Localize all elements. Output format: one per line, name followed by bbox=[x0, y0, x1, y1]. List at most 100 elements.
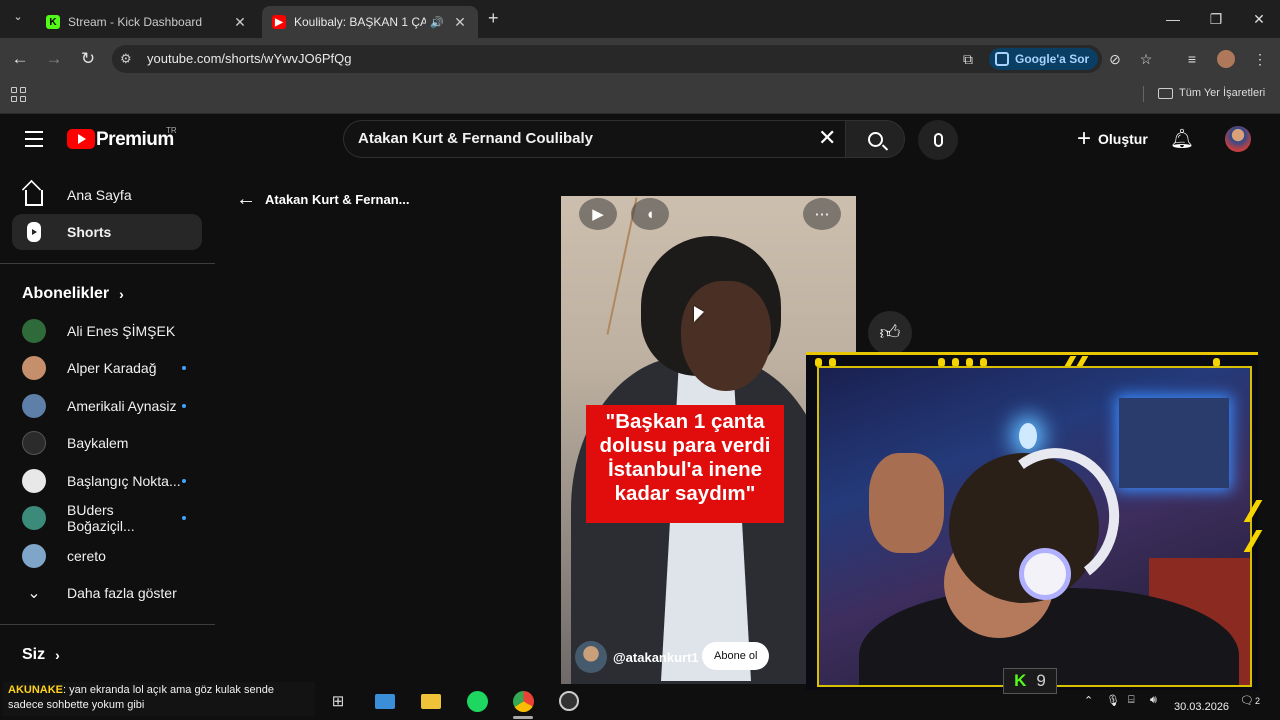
star-icon[interactable]: ☆ bbox=[1136, 49, 1156, 69]
like-button[interactable]: 👍︎ bbox=[868, 311, 912, 355]
restore-icon[interactable]: ❐ bbox=[1196, 6, 1236, 32]
notification-center-icon[interactable]: 🗨︎ 2 bbox=[1240, 694, 1260, 707]
volume-icon[interactable]: ◖ bbox=[631, 198, 669, 230]
sidebar-item-home[interactable]: Ana Sayfa bbox=[12, 177, 202, 213]
sidebar-item-shorts[interactable]: Shorts bbox=[12, 214, 202, 250]
headphone-cup bbox=[1019, 548, 1071, 600]
sidebar-channel[interactable]: cereto bbox=[12, 538, 202, 574]
kick-logo-icon: K bbox=[1014, 671, 1027, 690]
more-options-icon[interactable]: ⋯ bbox=[803, 198, 841, 230]
channel-name: Amerikali Aynasiz bbox=[67, 398, 177, 414]
clear-search-icon[interactable]: ✕ bbox=[818, 127, 836, 149]
menu-dots-icon[interactable]: ⋮ bbox=[1250, 49, 1270, 69]
sidebar-channel[interactable]: Amerikali Aynasiz bbox=[12, 388, 202, 424]
chrome-icon[interactable] bbox=[511, 689, 535, 713]
sidebar-channel[interactable]: Baykalem bbox=[12, 425, 202, 461]
shorts-back-button[interactable]: ← Atakan Kurt & Fernan... bbox=[236, 188, 409, 211]
cam-lamp bbox=[1019, 423, 1037, 449]
channel-name: BUders Boğaziçil... bbox=[67, 502, 135, 534]
tab-search-button[interactable]: ⌄ bbox=[8, 10, 28, 28]
show-more-button[interactable]: ⌄ Daha fazla göster bbox=[12, 575, 202, 611]
tab-kick-dashboard[interactable]: K Stream - Kick Dashboard ✕ bbox=[36, 6, 258, 38]
plus-icon: + bbox=[1077, 125, 1092, 152]
chat-username: AKUNAKE bbox=[8, 684, 63, 696]
install-app-icon[interactable]: ⧉ bbox=[958, 49, 978, 69]
minimize-icon[interactable]: — bbox=[1153, 6, 1193, 32]
sidebar-item-label: Ana Sayfa bbox=[67, 187, 132, 203]
bookmarks-bar bbox=[0, 80, 1280, 114]
ask-google-button[interactable]: Google'a Sor bbox=[989, 48, 1099, 70]
chat-bubble-icon: 🗨︎ bbox=[1240, 695, 1254, 707]
new-content-dot bbox=[182, 516, 186, 520]
channel-avatar bbox=[22, 431, 46, 455]
url-text[interactable]: youtube.com/shorts/wYwvJO6PfQg bbox=[147, 51, 351, 66]
back-icon[interactable]: ← bbox=[8, 47, 32, 71]
search-query[interactable]: Atakan Kurt & Fernand Coulibaly bbox=[358, 130, 593, 147]
you-title: Siz bbox=[22, 646, 46, 663]
subscribe-button[interactable]: Abone ol bbox=[702, 642, 770, 670]
tray-chevron-icon[interactable]: ⌃ bbox=[1084, 694, 1093, 707]
play-icon[interactable]: ▶ bbox=[579, 198, 617, 230]
reload-icon[interactable]: ↻ bbox=[76, 47, 100, 71]
tab-title: Koulibaly: BAŞKAN 1 ÇANTA bbox=[294, 15, 427, 29]
show-more-label: Daha fazla göster bbox=[67, 585, 177, 601]
stream-chat-message: AKUNAKE: yan ekranda lol açık ama göz ku… bbox=[3, 682, 315, 716]
short-channel-info[interactable]: @atakankurt1 bbox=[575, 641, 699, 673]
sidebar-channel[interactable]: BUders Boğaziçil... bbox=[12, 500, 202, 536]
new-tab-button[interactable]: + bbox=[488, 8, 499, 29]
mail-app-icon[interactable] bbox=[373, 689, 397, 713]
create-button[interactable]: + Oluştur bbox=[1069, 123, 1156, 155]
search-icon bbox=[867, 131, 883, 147]
profile-avatar-icon[interactable] bbox=[1216, 49, 1236, 69]
network-icon[interactable]: ⌸ bbox=[1128, 694, 1135, 707]
new-content-dot bbox=[182, 479, 186, 483]
channel-handle[interactable]: @atakankurt1 bbox=[613, 650, 699, 665]
webcam-video bbox=[817, 366, 1252, 687]
new-content-dot bbox=[182, 366, 186, 370]
channel-avatar[interactable] bbox=[575, 641, 607, 673]
volume-tray-icon[interactable]: 🔊︎ bbox=[1150, 694, 1157, 707]
sidebar-channel[interactable]: Alper Karadağ bbox=[12, 350, 202, 386]
caption-line: İstanbul'a inene bbox=[607, 458, 763, 481]
sidebar-channel[interactable]: Ali Enes ŞİMŞEK bbox=[12, 313, 202, 349]
eye-off-icon[interactable]: ⊘ bbox=[1105, 49, 1125, 69]
youtube-icon: ▶ bbox=[272, 15, 286, 29]
you-header[interactable]: Siz › bbox=[22, 646, 60, 664]
close-tab-icon[interactable]: ✕ bbox=[452, 14, 468, 31]
apps-grid-icon[interactable] bbox=[11, 87, 26, 102]
chevron-right-icon: › bbox=[119, 286, 124, 302]
subscriptions-header[interactable]: Abonelikler › bbox=[22, 285, 124, 303]
speaker-icon[interactable]: 🔊 bbox=[430, 16, 444, 29]
forward-icon[interactable]: → bbox=[42, 47, 66, 71]
youtube-brand[interactable]: Premium bbox=[96, 129, 174, 151]
mic-tray-icon[interactable]: 🎙︎ bbox=[1106, 694, 1120, 707]
file-explorer-icon[interactable] bbox=[419, 689, 443, 713]
shorts-back-title: Atakan Kurt & Fernan... bbox=[265, 192, 410, 207]
close-window-icon[interactable]: ✕ bbox=[1239, 6, 1279, 32]
kick-icon: K bbox=[46, 15, 60, 29]
sidebar-divider bbox=[0, 263, 215, 264]
folder-icon bbox=[1158, 87, 1173, 99]
date-text[interactable]: 30.03.2026 bbox=[1174, 701, 1229, 713]
close-tab-icon[interactable]: ✕ bbox=[232, 14, 248, 31]
obs-icon[interactable] bbox=[557, 689, 581, 713]
task-view-icon[interactable]: ⊞ bbox=[326, 689, 350, 713]
tab-youtube-short[interactable]: ▶ Koulibaly: BAŞKAN 1 ÇANTA 🔊 ✕ bbox=[262, 6, 478, 38]
sidebar-channel[interactable]: Başlangıç Nokta... bbox=[12, 463, 202, 499]
menu-icon[interactable] bbox=[25, 131, 43, 147]
notifications-bell-icon[interactable]: 🔔︎ bbox=[1170, 127, 1194, 151]
reading-list-icon[interactable]: ≡ bbox=[1182, 49, 1202, 69]
subscriptions-title: Abonelikler bbox=[22, 285, 110, 302]
spotify-icon[interactable] bbox=[465, 689, 489, 713]
caption-line: dolusu para verdi bbox=[599, 434, 771, 457]
all-bookmarks-button[interactable]: Tüm Yer İşaretleri bbox=[1158, 87, 1265, 99]
search-button[interactable] bbox=[845, 120, 905, 158]
voice-search-button[interactable] bbox=[918, 120, 958, 160]
tab-title: Stream - Kick Dashboard bbox=[68, 15, 203, 29]
cam-person-hand bbox=[869, 453, 944, 553]
arrow-left-icon: ← bbox=[236, 188, 256, 210]
site-info-icon[interactable]: ⚙ bbox=[120, 51, 132, 67]
shorts-icon bbox=[22, 220, 46, 244]
account-avatar[interactable] bbox=[1225, 126, 1251, 152]
youtube-logo-icon[interactable] bbox=[67, 129, 95, 149]
